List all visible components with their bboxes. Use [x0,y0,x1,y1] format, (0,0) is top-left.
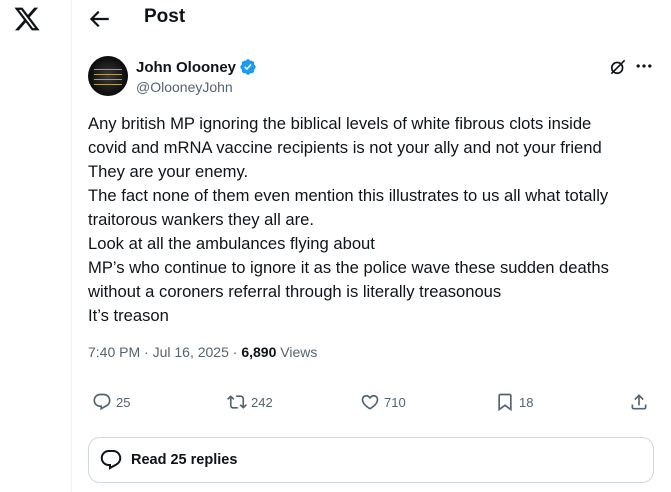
tweet-text: Any british MP ignoring the biblical lev… [88,112,658,328]
bookmark-icon [498,393,512,412]
like-icon [361,394,379,410]
views-count: 6,890 [241,344,277,360]
tweet-line: The fact none of them even mention this … [88,186,609,205]
x-logo-icon[interactable] [13,5,41,33]
bookmark-count: 18 [519,394,534,410]
tweet-line: without a coroners referral through is l… [88,282,502,301]
reply-count: 25 [116,394,131,410]
author-handle[interactable]: @OlooneyJohn [136,79,233,95]
meta-separator: · [232,344,238,360]
repost-icon [227,395,247,409]
back-arrow-icon[interactable] [86,6,112,32]
reply-icon [93,393,111,411]
bookmark-button[interactable]: 18 [495,392,533,412]
author-name-row: John Olooney [136,58,257,76]
left-nav [0,0,72,492]
action-bar: 25 242 710 18 [72,392,671,420]
display-name[interactable]: John Olooney [136,59,236,76]
replies-bubble-icon [100,450,122,470]
read-replies-label: Read 25 replies [131,452,238,468]
grok-icon[interactable] [608,57,628,77]
read-replies-button[interactable]: Read 25 replies [88,437,654,483]
share-icon [631,394,647,410]
meta-separator: · [144,344,149,360]
more-icon[interactable] [634,56,654,76]
repost-button[interactable]: 242 [227,392,273,412]
tweet-line: Any british MP ignoring the biblical lev… [88,114,592,133]
post-header: Post [72,0,671,38]
reply-button[interactable]: 25 [92,392,130,412]
repost-count: 242 [251,394,273,410]
tweet-meta: 7:40 PM · Jul 16, 2025 · 6,890 Views [88,344,317,360]
avatar[interactable] [88,56,128,96]
like-count: 710 [384,394,406,410]
post-column: Post John Olooney @OlooneyJohn Any briti… [72,0,671,492]
like-button[interactable]: 710 [360,392,406,412]
tweet-date[interactable]: Jul 16, 2025 [153,344,229,360]
share-button[interactable] [629,392,649,412]
views-label: Views [280,344,318,360]
page-title: Post [144,6,186,27]
tweet-line: It’s treason [88,306,169,325]
tweet-line: MP’s who continue to ignore it as the po… [88,258,609,277]
verified-badge-icon[interactable] [239,58,257,76]
tweet-line: Look at all the ambulances flying about [88,234,375,253]
tweet-time[interactable]: 7:40 PM [88,344,140,360]
tweet-line: They are your enemy. [88,162,249,181]
tweet-line: traitorous wankers they all are. [88,210,314,229]
tweet-line: covid and mRNA vaccine recipients is not… [88,138,602,157]
